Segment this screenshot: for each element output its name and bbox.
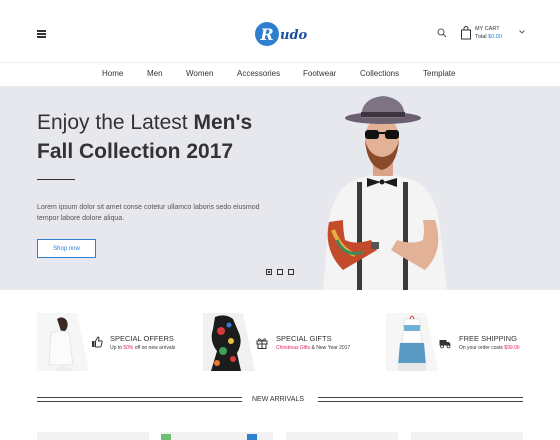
tag-icon xyxy=(161,434,171,440)
nav-item-home[interactable]: Home xyxy=(102,69,123,78)
section-divider-right xyxy=(318,397,523,402)
site-header: R udo MY CART Total $0.00 xyxy=(0,0,560,62)
feature-special-gifts[interactable]: SPECIAL GIFTS Christmas Gifts & New Year… xyxy=(203,313,373,371)
hero-description: Lorem ipsum dolor sit amet conse cotetur… xyxy=(37,204,260,222)
search-icon[interactable] xyxy=(437,28,447,38)
hero-slider: Enjoy the Latest Men's Fall Collection 2… xyxy=(0,86,560,290)
feature-subtitle-suffix: & New Year 2017 xyxy=(310,345,351,351)
logo-text: udo xyxy=(280,27,308,43)
new-arrivals-heading: NEW ARRIVALS xyxy=(252,396,304,403)
logo-mark: R xyxy=(255,22,279,46)
feature-special-offers[interactable]: SPECIAL OFFERS Up to 50% off on new arri… xyxy=(37,313,187,371)
shop-now-button[interactable]: Shop now xyxy=(37,239,96,258)
slider-dot-1[interactable] xyxy=(266,269,272,275)
feature-title: SPECIAL OFFERS xyxy=(110,334,174,343)
nav-item-accessories[interactable]: Accessories xyxy=(237,69,280,78)
feature-subtitle-highlight: 50% xyxy=(123,345,134,351)
shopping-bag-icon[interactable] xyxy=(460,26,472,40)
special-offers-image xyxy=(37,313,95,371)
gift-icon xyxy=(256,338,268,349)
badge-icon xyxy=(247,434,257,440)
thumbs-up-icon xyxy=(92,336,103,348)
slider-dots xyxy=(266,269,294,275)
product-thumbnail[interactable] xyxy=(37,432,149,440)
feature-subtitle-highlight: $99.00 xyxy=(504,345,520,351)
special-gifts-image xyxy=(203,313,261,371)
feature-subtitle-prefix: On your order costs xyxy=(459,345,505,351)
product-thumbnail[interactable] xyxy=(411,432,523,440)
feature-subtitle-highlight: Christmas Gifts xyxy=(276,345,311,351)
cart-total-label: Total xyxy=(475,34,487,40)
cart-total: Total $0.00 xyxy=(475,33,502,41)
cart-summary[interactable]: MY CART Total $0.00 xyxy=(475,25,502,41)
slider-dot-2[interactable] xyxy=(277,269,283,275)
slider-dot-3[interactable] xyxy=(288,269,294,275)
product-thumbnail[interactable] xyxy=(286,432,398,440)
feature-title: SPECIAL GIFTS xyxy=(276,334,332,343)
hero-heading-line2: Fall Collection 2017 xyxy=(37,140,234,163)
nav-item-men[interactable]: Men xyxy=(147,69,163,78)
feature-free-shipping[interactable]: FREE SHIPPING On your order costs $99.00 xyxy=(386,313,536,371)
nav-item-footwear[interactable]: Footwear xyxy=(303,69,336,78)
nav-item-template[interactable]: Template xyxy=(423,69,455,78)
feature-subtitle-suffix: off on new arrivals xyxy=(133,345,176,351)
cart-total-value: $0.00 xyxy=(488,34,502,40)
menu-icon[interactable] xyxy=(37,30,46,38)
product-thumbnail[interactable] xyxy=(161,432,273,440)
nav-item-collections[interactable]: Collections xyxy=(360,69,399,78)
chevron-down-icon[interactable] xyxy=(519,30,525,34)
cart-label: MY CART xyxy=(475,26,500,32)
hero-heading-line1: Enjoy the Latest Men's xyxy=(37,111,252,135)
hero-heading-bold: Men's xyxy=(193,111,253,134)
hero-divider xyxy=(37,179,75,180)
nav-item-women[interactable]: Women xyxy=(186,69,213,78)
hero-heading-prefix: Enjoy the Latest xyxy=(37,111,188,134)
truck-icon xyxy=(439,340,451,349)
free-shipping-image xyxy=(386,313,444,371)
feature-subtitle-prefix: Up to xyxy=(110,345,124,351)
hero-model-image xyxy=(323,96,447,290)
logo[interactable]: R udo xyxy=(255,22,307,46)
feature-title: FREE SHIPPING xyxy=(459,334,517,343)
feature-subtitle: Christmas Gifts & New Year 2017 xyxy=(276,345,350,351)
feature-subtitle: On your order costs $99.00 xyxy=(459,345,520,351)
main-nav: Home Men Women Accessories Footwear Coll… xyxy=(0,62,560,86)
section-divider-left xyxy=(37,397,242,402)
feature-subtitle: Up to 50% off on new arrivals xyxy=(110,345,175,351)
